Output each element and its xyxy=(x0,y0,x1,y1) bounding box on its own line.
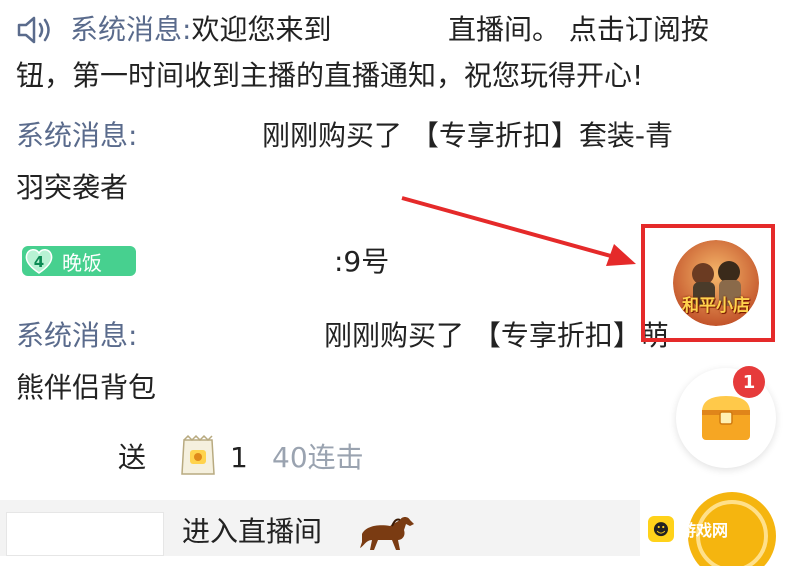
badge-level: 4 xyxy=(33,253,45,271)
snack-bag-icon xyxy=(181,434,215,475)
message-text: :9号 xyxy=(334,245,390,278)
gift-count: 1 xyxy=(230,441,248,474)
chest-notification-badge: 1 xyxy=(733,366,765,398)
message-text: 欢迎您来到 xyxy=(191,13,332,46)
watermark-logo-icon: ☻ xyxy=(648,516,674,542)
message-text: 羽突袭者 xyxy=(16,171,129,204)
system-message-welcome: 系统消息:欢迎您来到 xyxy=(70,12,331,48)
heart-badge-icon: 4 xyxy=(24,247,54,275)
system-label: 系统消息: xyxy=(16,119,138,152)
system-label: 系统消息: xyxy=(70,13,192,46)
shop-icon-button[interactable]: 和平小店 xyxy=(673,240,759,326)
fan-badge[interactable]: 4 晚饭 xyxy=(22,246,136,276)
watermark-text: 游戏网 xyxy=(680,521,729,540)
system-label: 系统消息: xyxy=(16,319,138,352)
message-text: 直播间。 点击订阅按 xyxy=(448,13,709,46)
gift-verb: 送 xyxy=(118,441,147,474)
message-text: 刚刚购买了 【专享折扣】套装-青 xyxy=(262,119,674,152)
entry-text: 进入直播间 xyxy=(182,515,323,548)
message-text: 熊伴侣背包 xyxy=(16,371,157,404)
badge-name: 晚饭 xyxy=(62,250,102,275)
site-watermark: ☻ 游戏网 xyxy=(648,514,796,544)
shop-icon-label: 和平小店 xyxy=(682,296,750,316)
message-text: 刚刚购买了 【专享折扣】萌 xyxy=(324,319,669,352)
entry-username-box xyxy=(6,512,164,556)
gift-combo: 40连击 xyxy=(272,441,364,474)
message-text: 钮，第一时间收到主播的直播通知，祝您玩得开心! xyxy=(16,59,644,92)
speaker-icon xyxy=(17,16,50,44)
horse-icon xyxy=(360,517,414,550)
